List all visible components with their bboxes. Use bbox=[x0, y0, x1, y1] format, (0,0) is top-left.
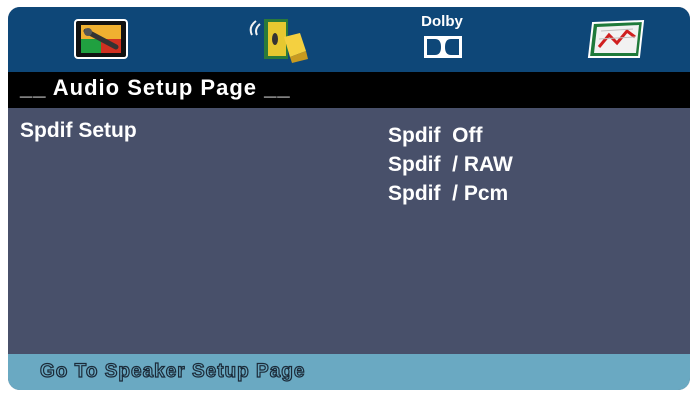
option-spdif-off[interactable]: Spdif Off bbox=[388, 121, 513, 150]
tab-general-setup[interactable] bbox=[70, 13, 132, 65]
page-title: __ Audio Setup Page __ bbox=[20, 75, 291, 100]
settings-panel: Spdif Setup Spdif Off Spdif / RAW Spdif … bbox=[8, 108, 690, 354]
option-spdif-pcm[interactable]: Spdif / Pcm bbox=[388, 179, 513, 208]
page-header: __ Audio Setup Page __ bbox=[8, 72, 690, 108]
footer-bar: Go To Speaker Setup Page bbox=[8, 354, 690, 390]
spdif-setup-item[interactable]: Spdif Setup bbox=[20, 119, 137, 143]
tab-dolby-setup[interactable]: Dolby bbox=[412, 13, 472, 65]
option-spdif-raw[interactable]: Spdif / RAW bbox=[388, 150, 513, 179]
audio-setup-screen: Dolby __ Audio Setup Page __ Spdif Setup… bbox=[8, 7, 690, 390]
footer-hint: Go To Speaker Setup Page bbox=[39, 360, 306, 382]
tab-preference-setup[interactable] bbox=[586, 13, 648, 65]
dolby-digital-icon: Dolby bbox=[412, 13, 472, 65]
spdif-options-list: Spdif Off Spdif / RAW Spdif / Pcm bbox=[388, 121, 513, 208]
dolby-label: Dolby bbox=[421, 13, 463, 30]
chart-preference-icon bbox=[587, 19, 645, 58]
speaker-audio-icon bbox=[249, 19, 308, 63]
tab-audio-setup[interactable] bbox=[244, 13, 314, 65]
top-icon-bar: Dolby bbox=[8, 7, 690, 72]
double-d-icon bbox=[424, 36, 462, 58]
tv-settings-icon bbox=[74, 19, 128, 59]
